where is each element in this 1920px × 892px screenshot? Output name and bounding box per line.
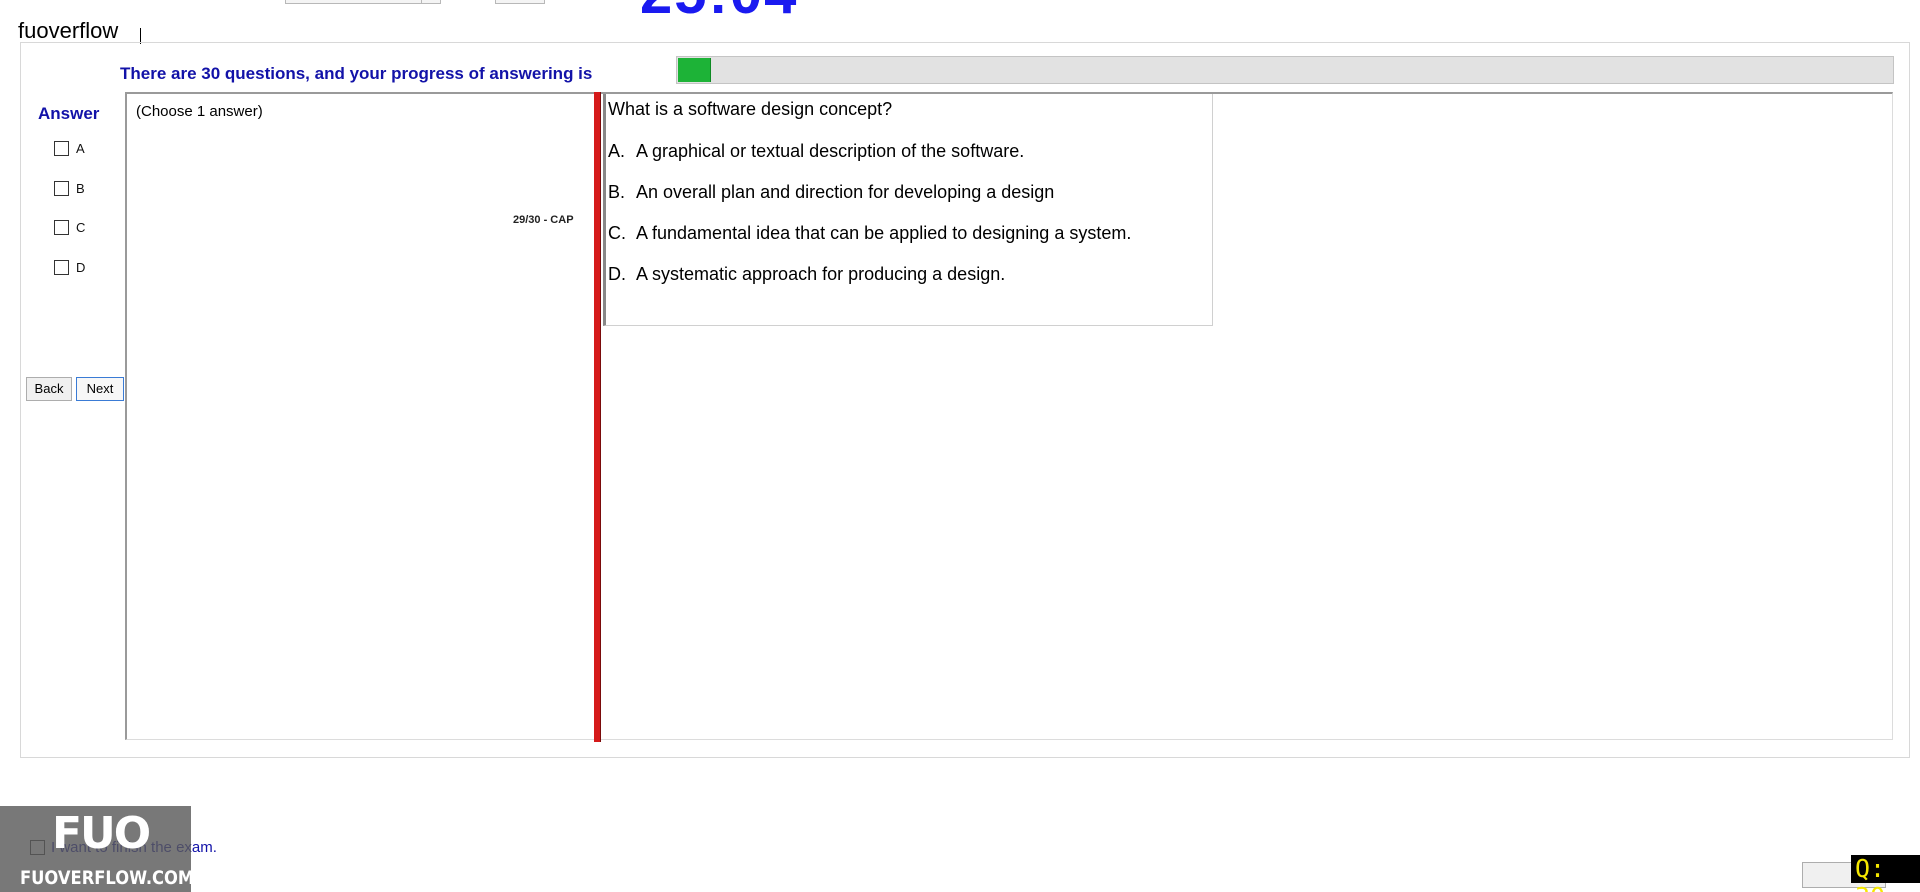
logo-mark: FUO <box>52 808 151 859</box>
answer-option-label: C <box>76 219 86 235</box>
question-counter: Q: 30 <box>1851 855 1920 892</box>
logo-text: FUOVERFLOW.COM <box>20 867 195 889</box>
top-combo-box[interactable] <box>285 0 441 4</box>
answer-option-c[interactable]: C <box>54 218 85 236</box>
back-button[interactable]: Back <box>26 377 72 401</box>
answer-checkbox-d[interactable] <box>54 259 69 275</box>
question-index: 29/30 - CAP <box>513 214 574 226</box>
question-text: What is a software design concept? <box>608 99 893 119</box>
progress-label: There are 30 questions, and your progres… <box>120 64 593 83</box>
answer-checkbox-a[interactable] <box>54 140 69 156</box>
choice-text: A fundamental idea that can be applied t… <box>636 223 1132 243</box>
answer-option-b[interactable]: B <box>54 179 85 197</box>
choice-text: An overall plan and direction for develo… <box>636 182 1055 202</box>
choice-letter: D. <box>608 264 626 284</box>
choice-letter: C. <box>608 223 626 243</box>
exam-timer: 25:04 <box>640 0 798 23</box>
choice-a: A. A graphical or textual description of … <box>608 141 1024 162</box>
choice-c: C. A fundamental idea that can be applied… <box>608 223 1131 244</box>
answer-option-label: A <box>76 140 85 156</box>
answer-option-label: D <box>76 259 86 275</box>
next-button[interactable]: Next <box>76 377 124 401</box>
panel-splitter[interactable] <box>594 92 601 742</box>
choice-b: B. An overall plan and direction for deve… <box>608 182 1054 203</box>
top-small-box[interactable] <box>495 0 545 4</box>
choice-letter: A. <box>608 141 626 161</box>
combo-arrow-icon[interactable] <box>421 0 441 4</box>
choice-text: A systematic approach for producing a de… <box>636 264 1006 284</box>
choice-d: D. A systematic approach for producing a … <box>608 264 1005 285</box>
answer-checkbox-b[interactable] <box>54 180 69 196</box>
watermark-logo: FUO FUOVERFLOW.COM <box>0 806 195 892</box>
progress-bar-fill <box>678 58 711 82</box>
question-box <box>603 94 1213 326</box>
answer-option-d[interactable]: D <box>54 258 85 276</box>
answer-title: Answer <box>38 104 100 123</box>
choose-hint: (Choose 1 answer) <box>136 103 263 120</box>
choice-text: A graphical or textual description of th… <box>636 141 1025 161</box>
answer-checkbox-c[interactable] <box>54 219 69 235</box>
answer-option-a[interactable]: A <box>54 139 85 157</box>
brand-text: fuoverflow <box>18 18 119 43</box>
progress-bar <box>676 56 1894 84</box>
choice-letter: B. <box>608 182 626 202</box>
answer-hint-panel <box>125 92 597 740</box>
answer-option-label: B <box>76 180 85 196</box>
